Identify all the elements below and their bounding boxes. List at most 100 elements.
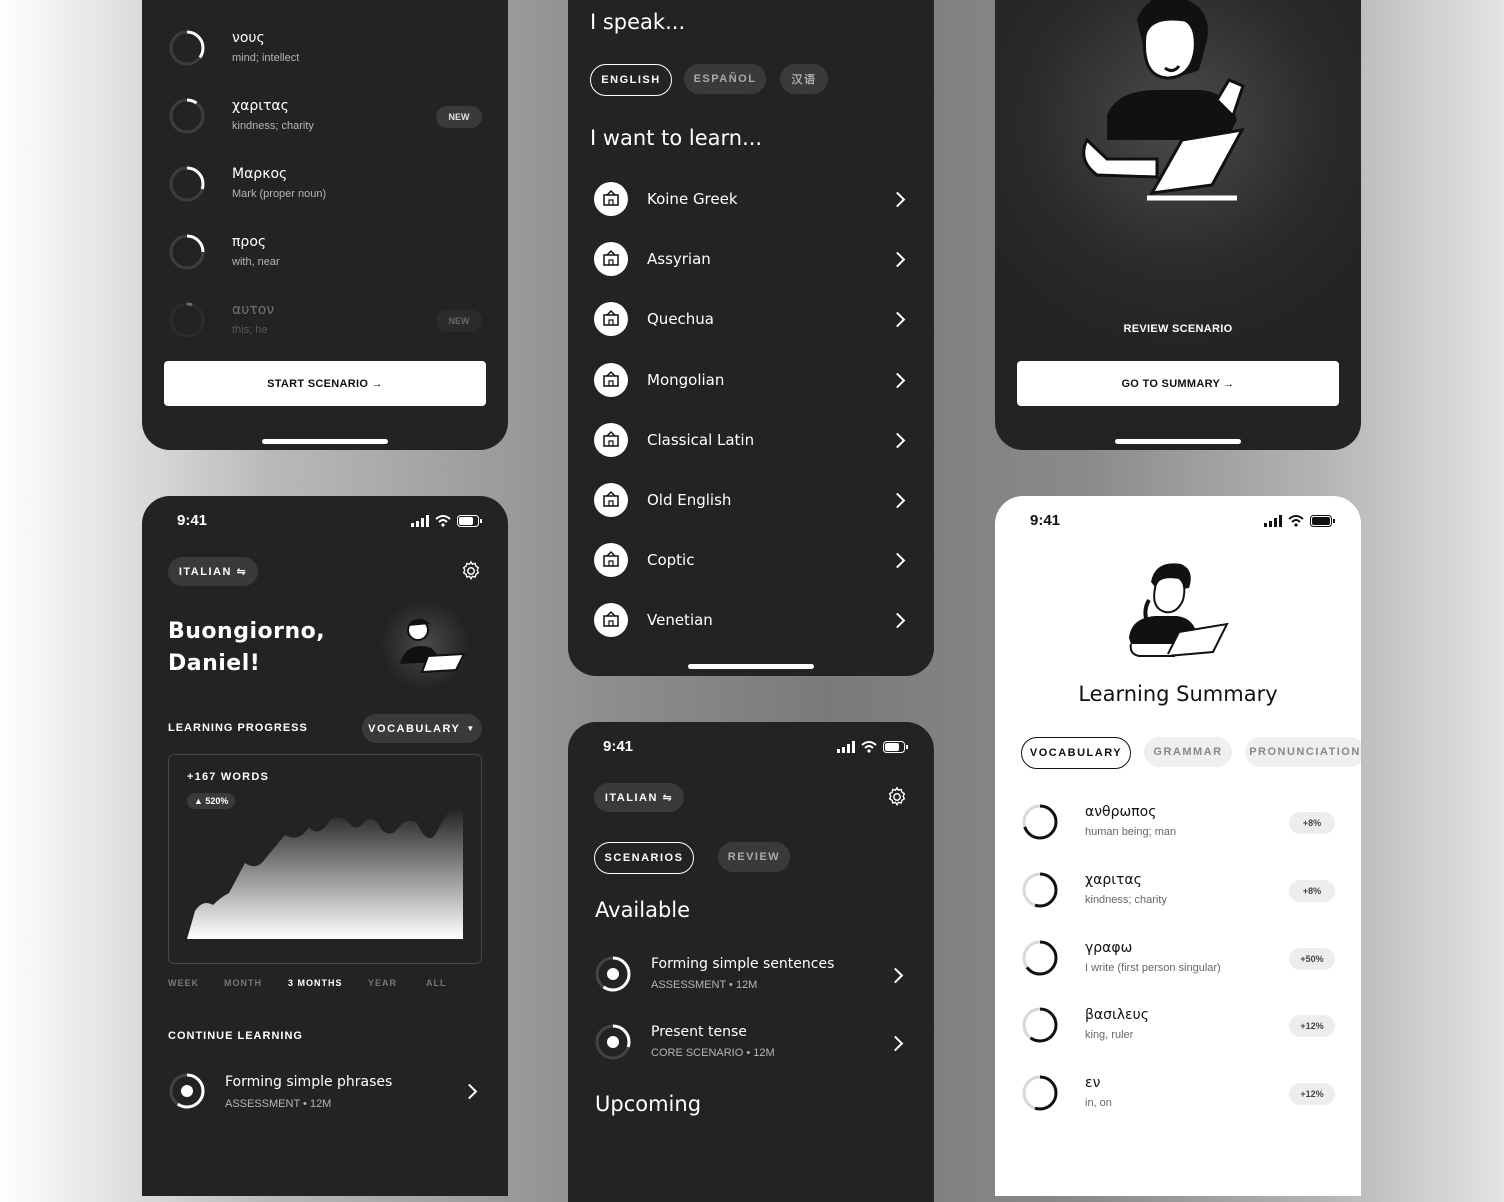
language-item[interactable]: Assyrian [590,230,912,290]
battery-icon [883,741,908,753]
yurt-icon [594,362,628,397]
period-tab[interactable]: YEAR [368,978,397,988]
continue-learning-label: CONTINUE LEARNING [168,1030,303,1042]
dropdown-value: VOCABULARY [368,722,461,735]
gear-icon[interactable] [460,560,482,582]
language-item[interactable]: Coptic [590,531,912,591]
progress-badge: +12% [1289,1083,1335,1106]
vocabulary-dropdown[interactable]: VOCABULARY ▼ [362,714,482,743]
start-scenario-button[interactable]: START SCENARIO → [164,361,486,406]
progress-ring [168,233,206,271]
list-item[interactable]: εν in, on +12% [1021,1073,1335,1123]
chevron-right-icon [889,492,906,509]
vocab-definition: with, near [232,256,280,268]
vocab-definition: in, on [1085,1097,1112,1110]
new-badge: NEW [436,106,482,128]
wifi-icon [435,515,451,527]
language-name: Venetian [647,611,713,630]
language-switch-pill[interactable]: ITALIAN ⇋ [594,783,684,812]
learning-summary-screen: 9:41 Learning Summary VOCABULARY GRAMMAR P… [995,496,1361,1196]
battery-icon [457,515,482,527]
language-select-screen: I speak... ENGLISH ESPAÑOL 汉语 I want to le… [568,0,934,676]
language-switch-pill[interactable]: ITALIAN ⇋ [168,557,258,586]
continue-item[interactable]: Forming simple phrases ASSESSMENT • 12M [168,1070,480,1114]
vocab-definition: mind; intellect [232,52,300,64]
language-item[interactable]: Mongolian [590,351,912,411]
clock: 9:41 [603,738,634,755]
girl-laptop-mini-illustration [400,618,466,674]
chevron-right-icon [889,552,906,569]
list-item[interactable]: ανθρωπος human being; man +8% [1021,802,1335,852]
progress-ring [1021,1006,1059,1044]
new-badge: NEW [436,310,482,332]
learn-title: I want to learn... [590,126,763,150]
list-item[interactable]: βασιλευς king, ruler +12% [1021,1005,1335,1055]
progress-badge: +8% [1289,879,1335,902]
progress-ring [1021,803,1059,841]
gear-icon[interactable] [886,786,908,808]
tab-scenarios[interactable]: SCENARIOS [594,842,694,874]
progress-ring [1021,1074,1059,1112]
home-indicator [1115,439,1241,444]
vocab-word: αυτον [232,302,275,318]
go-to-summary-button[interactable]: GO TO SUMMARY → [1017,361,1339,406]
ziggurat-icon [594,242,628,277]
greeting: Buongiorno, Daniel! [168,619,326,676]
progress-ring [594,1023,632,1061]
castle-icon [594,483,628,517]
list-item[interactable]: Μαρκος Mark (proper noun) [168,164,482,214]
list-item[interactable]: νους mind; intellect [168,28,482,78]
progress-ring [168,165,206,203]
signal-icon [1264,515,1282,527]
scenario-sub: ASSESSMENT • 12M [651,979,758,991]
period-tab[interactable]: MONTH [224,978,262,988]
chevron-right-icon [889,613,906,629]
language-item[interactable]: Koine Greek [590,170,912,230]
vocab-word: χαριτας [1085,871,1142,888]
chevron-right-icon [887,1035,904,1052]
tab-review[interactable]: REVIEW [718,842,790,872]
gondola-icon [594,603,628,638]
vocab-definition: kindness; charity [1085,893,1167,906]
review-scenario-label: REVIEW SCENARIO [1123,323,1233,335]
church-icon [594,543,628,578]
period-tab[interactable]: ALL [426,978,447,988]
scenario-title: Forming simple sentences [651,956,835,972]
summary-tab[interactable]: PRONUNCIATION [1245,737,1361,767]
chevron-right-icon [889,372,906,388]
greek-pattern-icon [594,182,628,216]
list-item[interactable]: προς with, near [168,232,482,282]
list-item[interactable]: αυτον this; he NEW [168,300,482,350]
scenario-item[interactable]: Forming simple sentences ASSESSMENT • 12M [594,954,906,1004]
available-title: Available [595,898,691,922]
language-name: Old English [647,491,732,509]
learning-progress-label: LEARNING PROGRESS [168,722,308,734]
summary-tab[interactable]: VOCABULARY [1021,737,1131,769]
period-tab[interactable]: 3 MONTHS [288,978,343,988]
list-item[interactable]: χαριτας kindness; charity +8% [1021,870,1335,920]
language-item[interactable]: Quechua [590,290,912,350]
list-item[interactable]: χαριτας kindness; charity NEW [168,96,482,146]
speak-option[interactable]: 汉语 [780,64,828,94]
language-name: Assyrian [647,250,711,269]
chevron-right-icon [889,312,906,328]
language-item[interactable]: Classical Latin [590,411,912,471]
period-tab[interactable]: WEEK [168,978,199,988]
vocab-list-screen: νους mind; intellect χαριτας kindness; char… [142,0,508,450]
speak-option[interactable]: ENGLISH [590,64,672,96]
language-item[interactable]: Venetian [590,591,912,651]
progress-ring [1021,871,1059,909]
scenario-item[interactable]: Present tense CORE SCENARIO • 12M [594,1022,906,1072]
summary-title: Learning Summary [1078,682,1278,706]
speak-option[interactable]: ESPAÑOL [684,64,766,94]
upcoming-title: Upcoming [595,1092,702,1116]
chevron-right-icon [887,967,904,984]
list-item[interactable]: γραφω I write (first person singular) +50% [1021,938,1335,988]
summary-tab[interactable]: GRAMMAR [1144,737,1232,767]
progress-ring [594,955,632,993]
vocab-definition: kindness; charity [232,120,314,132]
vocab-word: εν [1085,1075,1101,1092]
language-name: Mongolian [647,370,725,389]
language-item[interactable]: Old English [590,471,912,531]
chevron-right-icon [889,191,906,208]
